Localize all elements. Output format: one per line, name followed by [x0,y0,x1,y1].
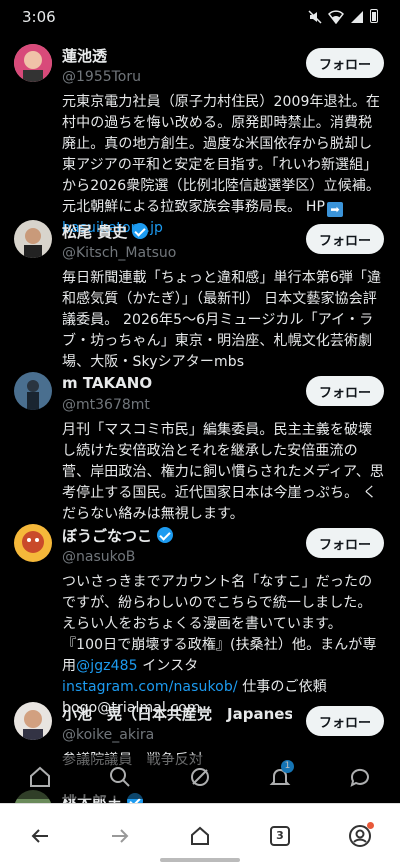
tab-grok[interactable] [180,757,220,797]
user-name: 蓮池透 [62,46,108,65]
user-name-text: 松尾 貴史 [62,222,128,241]
user-cell[interactable]: 松尾 貴史 @Kitsch_Matsuo 毎日新聞連載「ちょっと違和感」単行本第… [0,210,400,370]
follow-suggestions-list: 蓮池透 @1955Toru 元東京電力社員（原子力村住民）2009年退社。在村中… [0,34,400,828]
bio-text: 元東京電力社員（原子力村住民）2009年退社。在村中の過ちを悔い改める。原発即時… [62,94,381,215]
user-cell[interactable]: ぼうごなつこ @nasukoB ついさっきまでアカウント名「なすこ」だったのです… [0,514,400,716]
message-icon [350,768,369,787]
forward-arrow-icon [112,828,129,843]
avatar[interactable] [14,524,52,562]
tab-notifications[interactable]: 1 [260,757,300,797]
notification-dot [367,821,374,829]
search-icon [110,767,130,787]
user-name-text: 小池 晃（日本共産党 Japanese … [62,704,292,723]
status-time: 3:06 [22,8,56,26]
follow-button[interactable]: フォロー [306,224,384,254]
back-button[interactable] [20,816,60,856]
user-name: ぼうごなつこ [62,524,292,546]
tab-home[interactable] [20,757,60,797]
user-bio: 毎日新聞連載「ちょっと違和感」単行本第6弾「違和感気質（かたぎ）」（最新刊） 日… [62,270,382,370]
avatar[interactable] [14,372,52,410]
follow-button[interactable]: フォロー [306,48,384,78]
avatar[interactable] [14,702,52,740]
tabs-button[interactable]: 3 [260,816,300,856]
home-icon [191,826,209,845]
home-icon [30,766,50,787]
user-bio: 月刊「マスコミ市民」編集委員。民主主義を破壊し続けた安倍政治とそれを継承した安倍… [62,422,384,522]
tab-search[interactable] [100,757,140,797]
forward-button[interactable] [100,816,140,856]
user-name-text: ぼうごなつこ [62,526,153,545]
follow-button[interactable]: フォロー [306,706,384,736]
back-arrow-icon [31,828,48,843]
avatar[interactable] [14,220,52,258]
avatar[interactable] [14,44,52,82]
grok-icon [191,768,209,786]
verified-badge-icon [132,223,149,239]
user-name: 松尾 貴史 [62,220,292,242]
mention-link[interactable]: @jgz485 [76,658,138,674]
wifi-icon [327,9,345,25]
account-button[interactable] [340,816,380,856]
user-cell[interactable]: 蓮池透 @1955Toru 元東京電力社員（原子力村住民）2009年退社。在村中… [0,34,400,236]
signal-icon [350,9,364,23]
gesture-bar [160,858,240,862]
tab-messages[interactable] [340,757,380,797]
app-tab-bar: 1 [0,755,400,799]
user-name: m TAKANO [62,374,153,392]
mute-icon [308,9,322,24]
home-button[interactable] [180,816,220,856]
status-bar: 3:06 [0,0,400,34]
verified-badge-icon [157,527,174,543]
notification-count-badge: 1 [281,760,294,773]
follow-button[interactable]: フォロー [306,376,384,406]
follow-button[interactable]: フォロー [306,528,384,558]
bio-text: インスタ [137,658,199,674]
status-icons [308,9,378,25]
battery-icon [370,9,378,23]
tab-count: 3 [270,825,290,846]
user-name: 小池 晃（日本共産党 Japanese … [62,702,292,724]
user-cell[interactable]: m TAKANO @mt3678mt 月刊「マスコミ市民」編集委員。民主主義を破… [0,362,400,522]
